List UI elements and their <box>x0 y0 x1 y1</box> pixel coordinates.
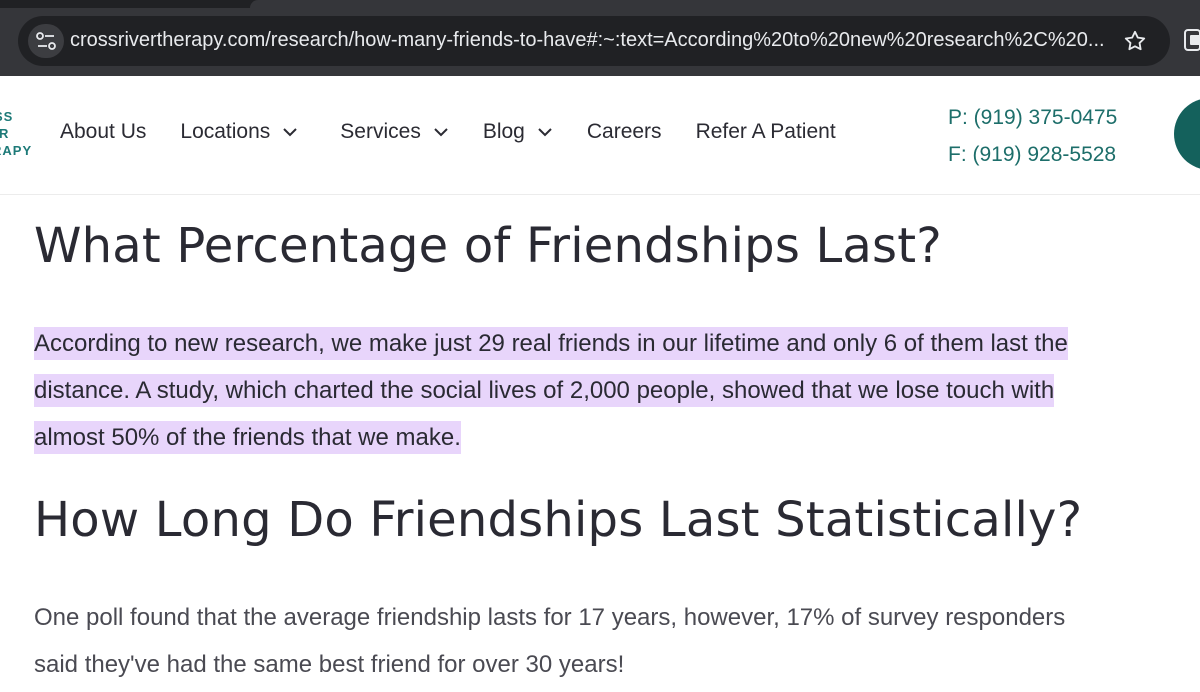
highlighted-paragraph: According to new research, we make just … <box>34 320 1184 461</box>
cta-button[interactable] <box>1174 98 1200 170</box>
chevron-down-icon <box>283 128 298 137</box>
nav-label: Locations <box>180 120 271 143</box>
fax-number: F: (919) 928-5528 <box>948 143 1117 166</box>
nav-about-us[interactable]: About Us <box>60 120 146 144</box>
nav-label: About Us <box>60 120 147 143</box>
site-logo[interactable]: SS R RAPY <box>0 108 40 159</box>
nav-label: Refer A Patient <box>695 120 836 143</box>
browser-toolbar: crossrivertherapy.com/research/how-many-… <box>0 0 1200 76</box>
text-line: One poll found that the average friendsh… <box>34 604 1066 631</box>
nav-careers[interactable]: Careers <box>587 120 662 144</box>
logo-line: SS <box>0 109 14 124</box>
nav-locations[interactable]: Locations <box>180 120 298 144</box>
nav-services[interactable]: Services <box>340 120 449 144</box>
active-tab[interactable] <box>250 0 1200 8</box>
heading-friendship-duration: How Long Do Friendships Last Statistical… <box>34 492 1083 548</box>
logo-line: RAPY <box>0 143 33 158</box>
bookmark-star-icon[interactable] <box>1122 28 1148 54</box>
text-line: said they've had the same best friend fo… <box>34 651 625 678</box>
logo-line: R <box>0 126 10 141</box>
main-nav: About Us Locations Services Blog Careers… <box>60 117 836 147</box>
nav-blog[interactable]: Blog <box>483 120 553 144</box>
url-text[interactable]: crossrivertherapy.com/research/how-many-… <box>70 29 1120 52</box>
site-header: SS R RAPY About Us Locations Services Bl… <box>0 76 1200 195</box>
nav-refer-a-patient[interactable]: Refer A Patient <box>696 120 836 144</box>
extensions-icon[interactable] <box>1183 26 1200 56</box>
highlighted-text-line: almost 50% of the friends that we make. <box>34 421 461 454</box>
tab-strip <box>0 0 1200 8</box>
contact-info: P: (919) 375-0475 F: (919) 928-5528 <box>948 99 1117 173</box>
site-info-button[interactable] <box>28 24 64 58</box>
highlighted-text-line: According to new research, we make just … <box>34 327 1068 360</box>
phone-link[interactable]: P: (919) 375-0475 <box>948 99 1117 136</box>
body-paragraph: One poll found that the average friendsh… <box>34 594 1184 688</box>
chevron-down-icon <box>434 128 448 137</box>
nav-label: Services <box>340 120 421 143</box>
heading-friendships-last: What Percentage of Friendships Last? <box>34 218 942 274</box>
tune-icon <box>36 32 56 50</box>
highlighted-text-line: distance. A study, which charted the soc… <box>34 374 1055 407</box>
address-bar[interactable]: crossrivertherapy.com/research/how-many-… <box>18 16 1170 66</box>
nav-label: Careers <box>586 120 662 143</box>
chevron-down-icon <box>538 128 552 137</box>
nav-label: Blog <box>482 120 525 143</box>
